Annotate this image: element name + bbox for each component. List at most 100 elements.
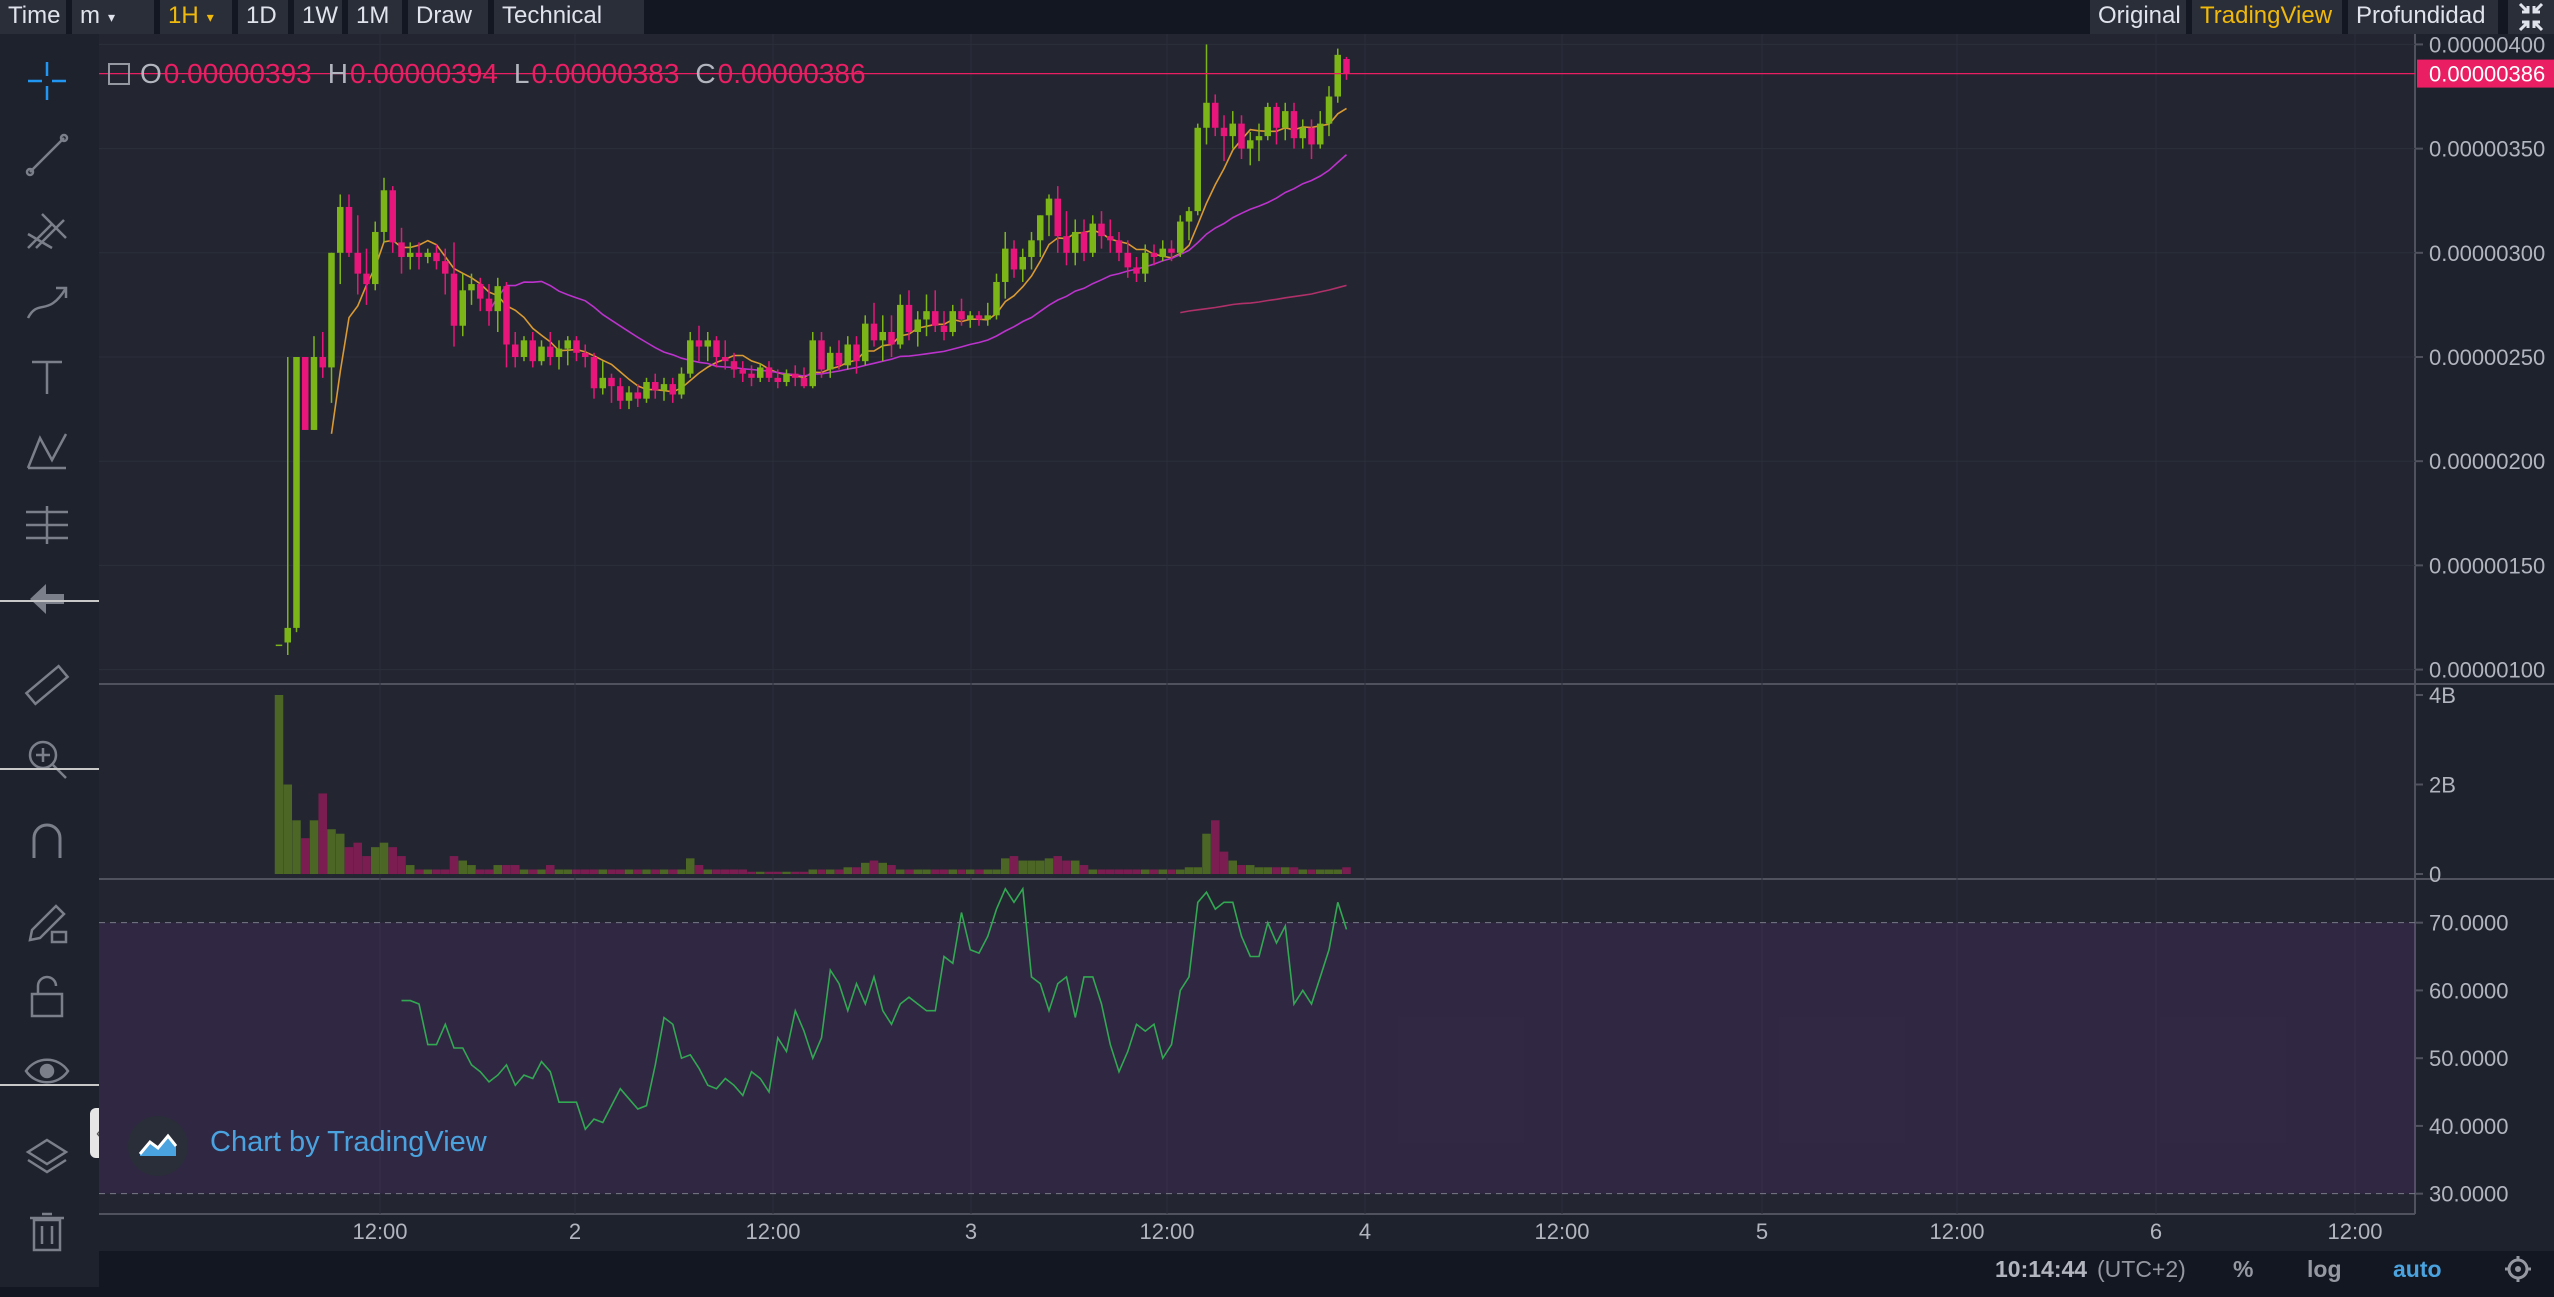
- bottom-bar: 10:14:44 (UTC+2) % log auto: [99, 1251, 2554, 1287]
- rsi-tick-label: 60.0000: [2429, 978, 2509, 1003]
- toolbar-1w-button[interactable]: 1W: [294, 0, 342, 34]
- volume-bar: [589, 869, 599, 874]
- volume-bar: [834, 869, 844, 874]
- candle-body: [870, 323, 878, 341]
- toolbar-1m-button[interactable]: 1M: [348, 0, 402, 34]
- toolbar-technical-ind-button[interactable]: Technical Ind: [494, 0, 644, 61]
- candle-body: [442, 261, 449, 274]
- candle-body: [660, 384, 668, 391]
- candle-body: [1010, 248, 1018, 270]
- layers-icon[interactable]: [22, 1132, 72, 1182]
- price-tick-label: 0.00000350: [2429, 137, 2545, 162]
- crosshair-icon[interactable]: [22, 56, 72, 106]
- candle-body: [363, 273, 370, 285]
- candle-body: [1273, 106, 1280, 128]
- candle-body: [739, 369, 746, 374]
- volume-bar: [729, 869, 739, 874]
- candle-body: [1045, 198, 1053, 216]
- legend-expand-icon[interactable]: [108, 62, 130, 85]
- open-value: 0.00000393: [163, 58, 312, 89]
- view-tradingview-tab[interactable]: TradingView: [2192, 0, 2342, 34]
- price-tick-label: 0.00000100: [2429, 658, 2545, 683]
- volume-bar: [668, 869, 677, 874]
- volume-bar: [1149, 869, 1159, 874]
- magnet-icon[interactable]: [22, 816, 72, 866]
- volume-bar: [318, 793, 327, 874]
- time-tick-label: 12:00: [1139, 1219, 1194, 1244]
- volume-bar: [1088, 869, 1097, 874]
- fib-levels-icon[interactable]: [22, 500, 72, 550]
- pattern-icon[interactable]: [22, 426, 72, 476]
- candle-body: [704, 340, 711, 347]
- candle-body: [652, 382, 659, 391]
- toolbar-1h-button[interactable]: 1H ▾: [160, 0, 232, 34]
- candle-body: [984, 315, 991, 320]
- volume-bar: [677, 869, 686, 874]
- brush-icon[interactable]: [22, 278, 72, 328]
- candle-body: [555, 348, 563, 357]
- auto-scale-button[interactable]: auto: [2393, 1251, 2442, 1287]
- candle-body: [722, 357, 729, 362]
- volume-bar: [1281, 867, 1290, 874]
- candle-body: [450, 273, 458, 326]
- eye-icon[interactable]: [22, 1046, 72, 1096]
- trend-line-icon[interactable]: [22, 130, 72, 180]
- pitchfork-icon[interactable]: [22, 204, 72, 254]
- text-icon[interactable]: [22, 352, 72, 402]
- candle-body: [748, 373, 755, 378]
- candle-body: [827, 352, 834, 370]
- candle-body: [765, 367, 773, 378]
- candle-body: [494, 286, 501, 312]
- view-profundidad-tab[interactable]: Profundidad: [2348, 0, 2498, 34]
- ruler-icon[interactable]: [22, 660, 72, 710]
- volume-bar: [1132, 869, 1141, 874]
- toolbar-time-button[interactable]: Time: [0, 0, 66, 34]
- volume-bar: [624, 869, 634, 874]
- volume-bar: [1158, 869, 1167, 874]
- top-toolbar: Timem▾1H▾1D1W1MDrawTechnical Ind Original…: [0, 0, 2554, 61]
- volume-bar: [397, 856, 406, 874]
- gear-icon[interactable]: [2503, 1251, 2533, 1287]
- candle-body: [1133, 267, 1140, 274]
- volume-bar: [309, 820, 319, 874]
- log-scale-button[interactable]: log: [2307, 1251, 2342, 1287]
- volume-bar: [983, 869, 992, 874]
- lock-drawing-icon[interactable]: [22, 898, 72, 948]
- volume-bar: [283, 784, 292, 874]
- volume-bar: [1228, 860, 1237, 874]
- timezone[interactable]: (UTC+2): [2097, 1251, 2186, 1287]
- volume-bar: [799, 871, 809, 874]
- volume-tick-label: 4B: [2429, 683, 2456, 708]
- candle-body: [678, 373, 685, 395]
- zoom-in-icon[interactable]: [22, 734, 72, 784]
- toolbar-m-button[interactable]: m ▾: [72, 0, 154, 34]
- candle-body: [617, 386, 624, 401]
- chart-area[interactable]: 12:00 2 12:00 3 12:00 4 12:00 5 12:00 6 12:00 0.000…: [99, 34, 2554, 1251]
- candle-body: [1255, 136, 1263, 141]
- toolbar-1d-button[interactable]: 1D: [238, 0, 288, 34]
- volume-bar: [843, 867, 852, 874]
- volume-bar: [764, 871, 774, 874]
- candle-body: [608, 377, 615, 387]
- unlock-icon[interactable]: [22, 972, 72, 1022]
- last-price-label: 0.00000386: [2429, 62, 2545, 87]
- price-tick-label: 0.00000150: [2429, 553, 2545, 578]
- candle-body: [1264, 106, 1271, 137]
- volume-bar: [721, 869, 730, 874]
- back-arrow-icon[interactable]: [22, 574, 72, 624]
- percent-scale-button[interactable]: %: [2233, 1251, 2253, 1287]
- rsi-tick-label: 70.0000: [2429, 911, 2509, 936]
- volume-bar: [1123, 869, 1132, 874]
- time-tick-label: 3: [965, 1219, 977, 1244]
- candle-body: [967, 315, 974, 320]
- candle-body: [520, 340, 528, 357]
- toolbar-draw-button[interactable]: Draw: [408, 0, 488, 34]
- view-original-tab[interactable]: Original: [2090, 0, 2186, 34]
- candle-body: [1334, 54, 1341, 97]
- collapse-arrows-icon[interactable]: [2508, 0, 2554, 34]
- candle-body: [599, 377, 606, 389]
- volume-bar: [493, 865, 502, 874]
- trash-icon[interactable]: [22, 1206, 72, 1256]
- volume-bar: [353, 842, 362, 874]
- volume-bar: [948, 869, 957, 874]
